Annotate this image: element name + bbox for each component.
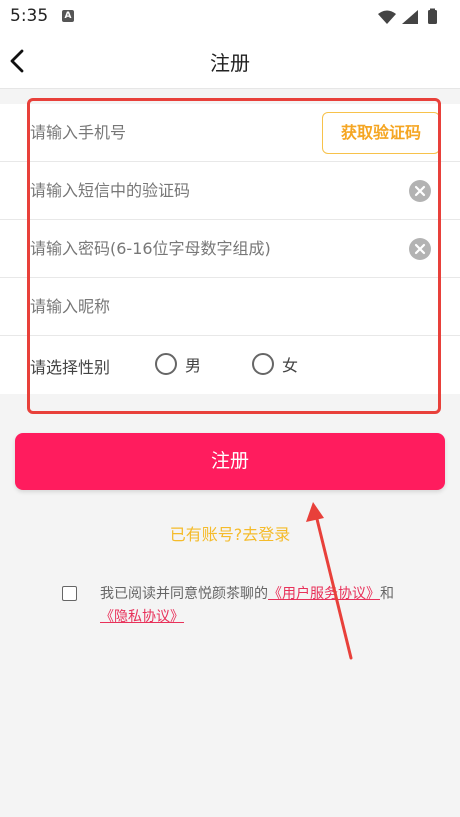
notification-icon: A (62, 10, 74, 22)
agreement-text: 我已阅读并同意悦颜茶聊的《用户服务协议》和《隐私协议》 (100, 583, 400, 629)
register-button[interactable]: 注册 (15, 433, 445, 490)
gender-male-label: 男 (185, 356, 202, 375)
status-time: 5:35 (10, 6, 49, 26)
clear-password-button[interactable] (409, 238, 431, 260)
status-bar: 5:35 A (0, 0, 460, 34)
clear-code-button[interactable] (409, 180, 431, 202)
gender-row: 请选择性别 男 女 (0, 336, 460, 394)
gender-male-radio[interactable]: 男 (155, 352, 201, 376)
status-icons (376, 8, 448, 30)
nickname-row (0, 278, 460, 336)
login-link[interactable]: 已有账号?去登录 (0, 521, 460, 545)
gender-label: 请选择性别 (30, 358, 111, 377)
agreement-checkbox[interactable] (62, 586, 77, 601)
agreement-conjunction: 和 (380, 586, 394, 602)
privacy-policy-link[interactable]: 《隐私协议》 (100, 609, 184, 625)
registration-form: 获取验证码 请选择性别 男 女 (0, 104, 460, 394)
clear-circle-icon (409, 238, 431, 260)
radio-circle-icon (252, 353, 274, 375)
nickname-input[interactable] (30, 278, 390, 335)
code-row (0, 162, 460, 220)
agreement-prefix: 我已阅读并同意悦颜茶聊的 (100, 586, 268, 602)
gender-female-radio[interactable]: 女 (252, 352, 298, 376)
clear-circle-icon (409, 180, 431, 202)
password-input[interactable] (30, 220, 390, 277)
wifi-signal-battery-icon (378, 8, 437, 24)
radio-circle-icon (155, 353, 177, 375)
nav-bar: 注册 (0, 34, 460, 89)
password-row (0, 220, 460, 278)
user-agreement-link[interactable]: 《用户服务协议》 (268, 586, 380, 602)
get-code-button[interactable]: 获取验证码 (322, 112, 440, 154)
phone-row: 获取验证码 (0, 104, 460, 162)
page-title: 注册 (210, 51, 250, 75)
sms-code-input[interactable] (30, 162, 390, 219)
gender-female-label: 女 (282, 356, 299, 375)
